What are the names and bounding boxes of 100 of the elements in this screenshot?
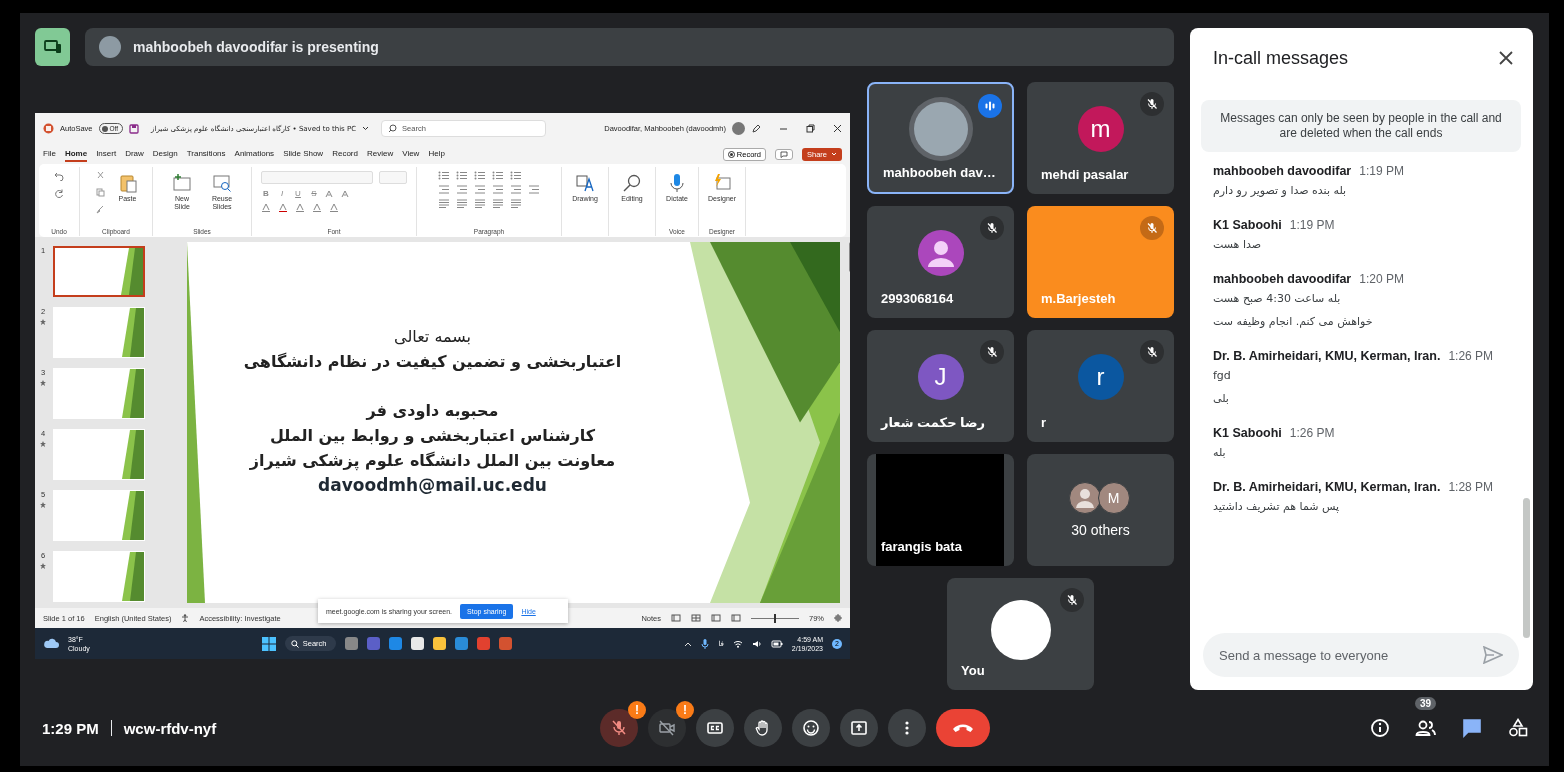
camera-button[interactable] [648,709,686,747]
scrollbar[interactable] [1523,498,1530,638]
list-icon[interactable] [510,171,522,180]
ribbon-tab[interactable]: Insert [96,146,117,162]
copy-icon[interactable] [95,188,105,197]
text-format-icon[interactable] [329,203,340,212]
list-icon[interactable] [438,171,450,180]
slide-thumbnail[interactable] [53,246,145,297]
ribbon-tab[interactable]: Slide Show [283,146,324,162]
fit-slide-icon[interactable] [834,614,842,622]
text-format-icon[interactable] [312,203,323,212]
text-format-icon[interactable] [278,203,289,212]
slide-thumbnail[interactable] [53,429,145,480]
slide-thumbnail[interactable] [53,307,145,358]
app-icon[interactable] [411,637,425,650]
mic-button[interactable] [600,709,638,747]
ribbon-tab[interactable]: Record [332,146,358,162]
close-icon[interactable] [1499,51,1513,65]
start-icon[interactable] [261,636,276,651]
font-name-field[interactable] [261,171,373,184]
ribbon-tab[interactable]: File [43,146,56,162]
undo-icon[interactable] [54,171,64,181]
format-button[interactable]: S [309,189,319,198]
hand-button[interactable] [744,709,782,747]
ribbon-tab[interactable]: Design [152,146,178,162]
view-icon[interactable] [671,614,681,622]
participant-name: رضا حکمت شعار [881,415,986,430]
accessibility-icon[interactable] [181,614,190,622]
ribbon-tab[interactable]: Help [428,146,445,162]
format-button[interactable]: U [293,189,303,198]
format-button[interactable]: I [277,189,287,198]
participant-tile[interactable]: r r [1027,330,1174,442]
indent-icon[interactable] [528,185,540,194]
save-icon[interactable] [129,123,140,134]
end-button[interactable] [936,709,990,747]
battery-icon[interactable] [770,639,783,648]
chevron-icon[interactable] [362,126,370,131]
presenting-label: mahboobeh davoodifar is presenting [133,39,379,55]
ribbon-tab[interactable]: Draw [125,146,144,162]
indent-icon[interactable] [492,185,504,194]
message-input[interactable]: Send a message to everyone [1203,633,1519,677]
redo-icon[interactable] [54,189,64,199]
align-icon[interactable] [492,199,504,208]
emoji-button[interactable] [792,709,830,747]
chevron-up-icon[interactable] [684,640,693,647]
align-icon[interactable] [438,199,450,208]
font-size-field[interactable] [379,171,407,184]
speaker-icon[interactable] [751,639,762,648]
align-icon[interactable] [474,199,486,208]
ribbon-tab[interactable]: Animations [234,146,275,162]
slide-thumbnail[interactable] [53,368,145,419]
align-icon[interactable] [510,199,522,208]
send-icon[interactable] [1483,646,1503,664]
view-icon[interactable] [711,614,721,622]
text-format-icon[interactable] [341,189,351,198]
format-button[interactable]: B [261,189,271,198]
participant-tile[interactable]: You [947,578,1094,690]
text-format-icon[interactable] [295,203,306,212]
text-format-icon[interactable] [325,189,335,198]
participant-tile[interactable]: farangis bata [867,454,1014,566]
slide-thumbnail[interactable] [53,490,145,541]
participant-name: r [1041,415,1047,430]
brush-icon[interactable] [95,205,105,214]
avatar-initial: M [1097,482,1130,514]
comments-button[interactable] [775,148,793,160]
wifi-icon[interactable] [732,639,743,648]
ribbon-tab[interactable]: Transitions [186,146,226,162]
user-avatar-placeholder[interactable] [732,122,745,135]
restore-icon[interactable] [806,124,815,133]
view-icon[interactable] [731,614,741,622]
close-icon[interactable] [833,124,842,133]
search-icon [622,173,642,193]
participant-tile[interactable]: mahboobeh dav… [867,82,1014,194]
message-text: بله [1213,446,1227,459]
indent-icon[interactable] [438,185,450,194]
ribbon-tab[interactable]: Review [366,146,394,162]
ribbon-tab[interactable]: Home [64,146,88,162]
app-icon[interactable] [433,637,447,650]
align-icon[interactable] [456,199,468,208]
text-format-icon[interactable] [261,203,272,212]
participant-tile[interactable]: m mehdi pasalar [1027,82,1174,194]
list-icon[interactable] [492,171,504,180]
list-icon[interactable] [456,171,468,180]
present-button[interactable] [840,709,878,747]
captions-button[interactable] [696,709,734,747]
pen-icon[interactable] [751,123,761,134]
list-icon[interactable] [474,171,486,180]
microphone-icon[interactable] [701,638,710,649]
participant-tile[interactable]: 2993068164 [867,206,1014,318]
view-icon[interactable] [691,614,701,622]
indent-icon[interactable] [474,185,486,194]
camera-icon [658,719,676,737]
more-button[interactable] [888,709,926,747]
indent-icon[interactable] [456,185,468,194]
cut-icon[interactable] [95,171,105,180]
presentation-button[interactable] [35,28,70,66]
ribbon-tab[interactable]: View [402,146,420,162]
slide-thumbnail[interactable] [53,551,145,602]
indent-icon[interactable] [510,185,522,194]
participant-tile[interactable]: M 30 others [1027,454,1174,566]
